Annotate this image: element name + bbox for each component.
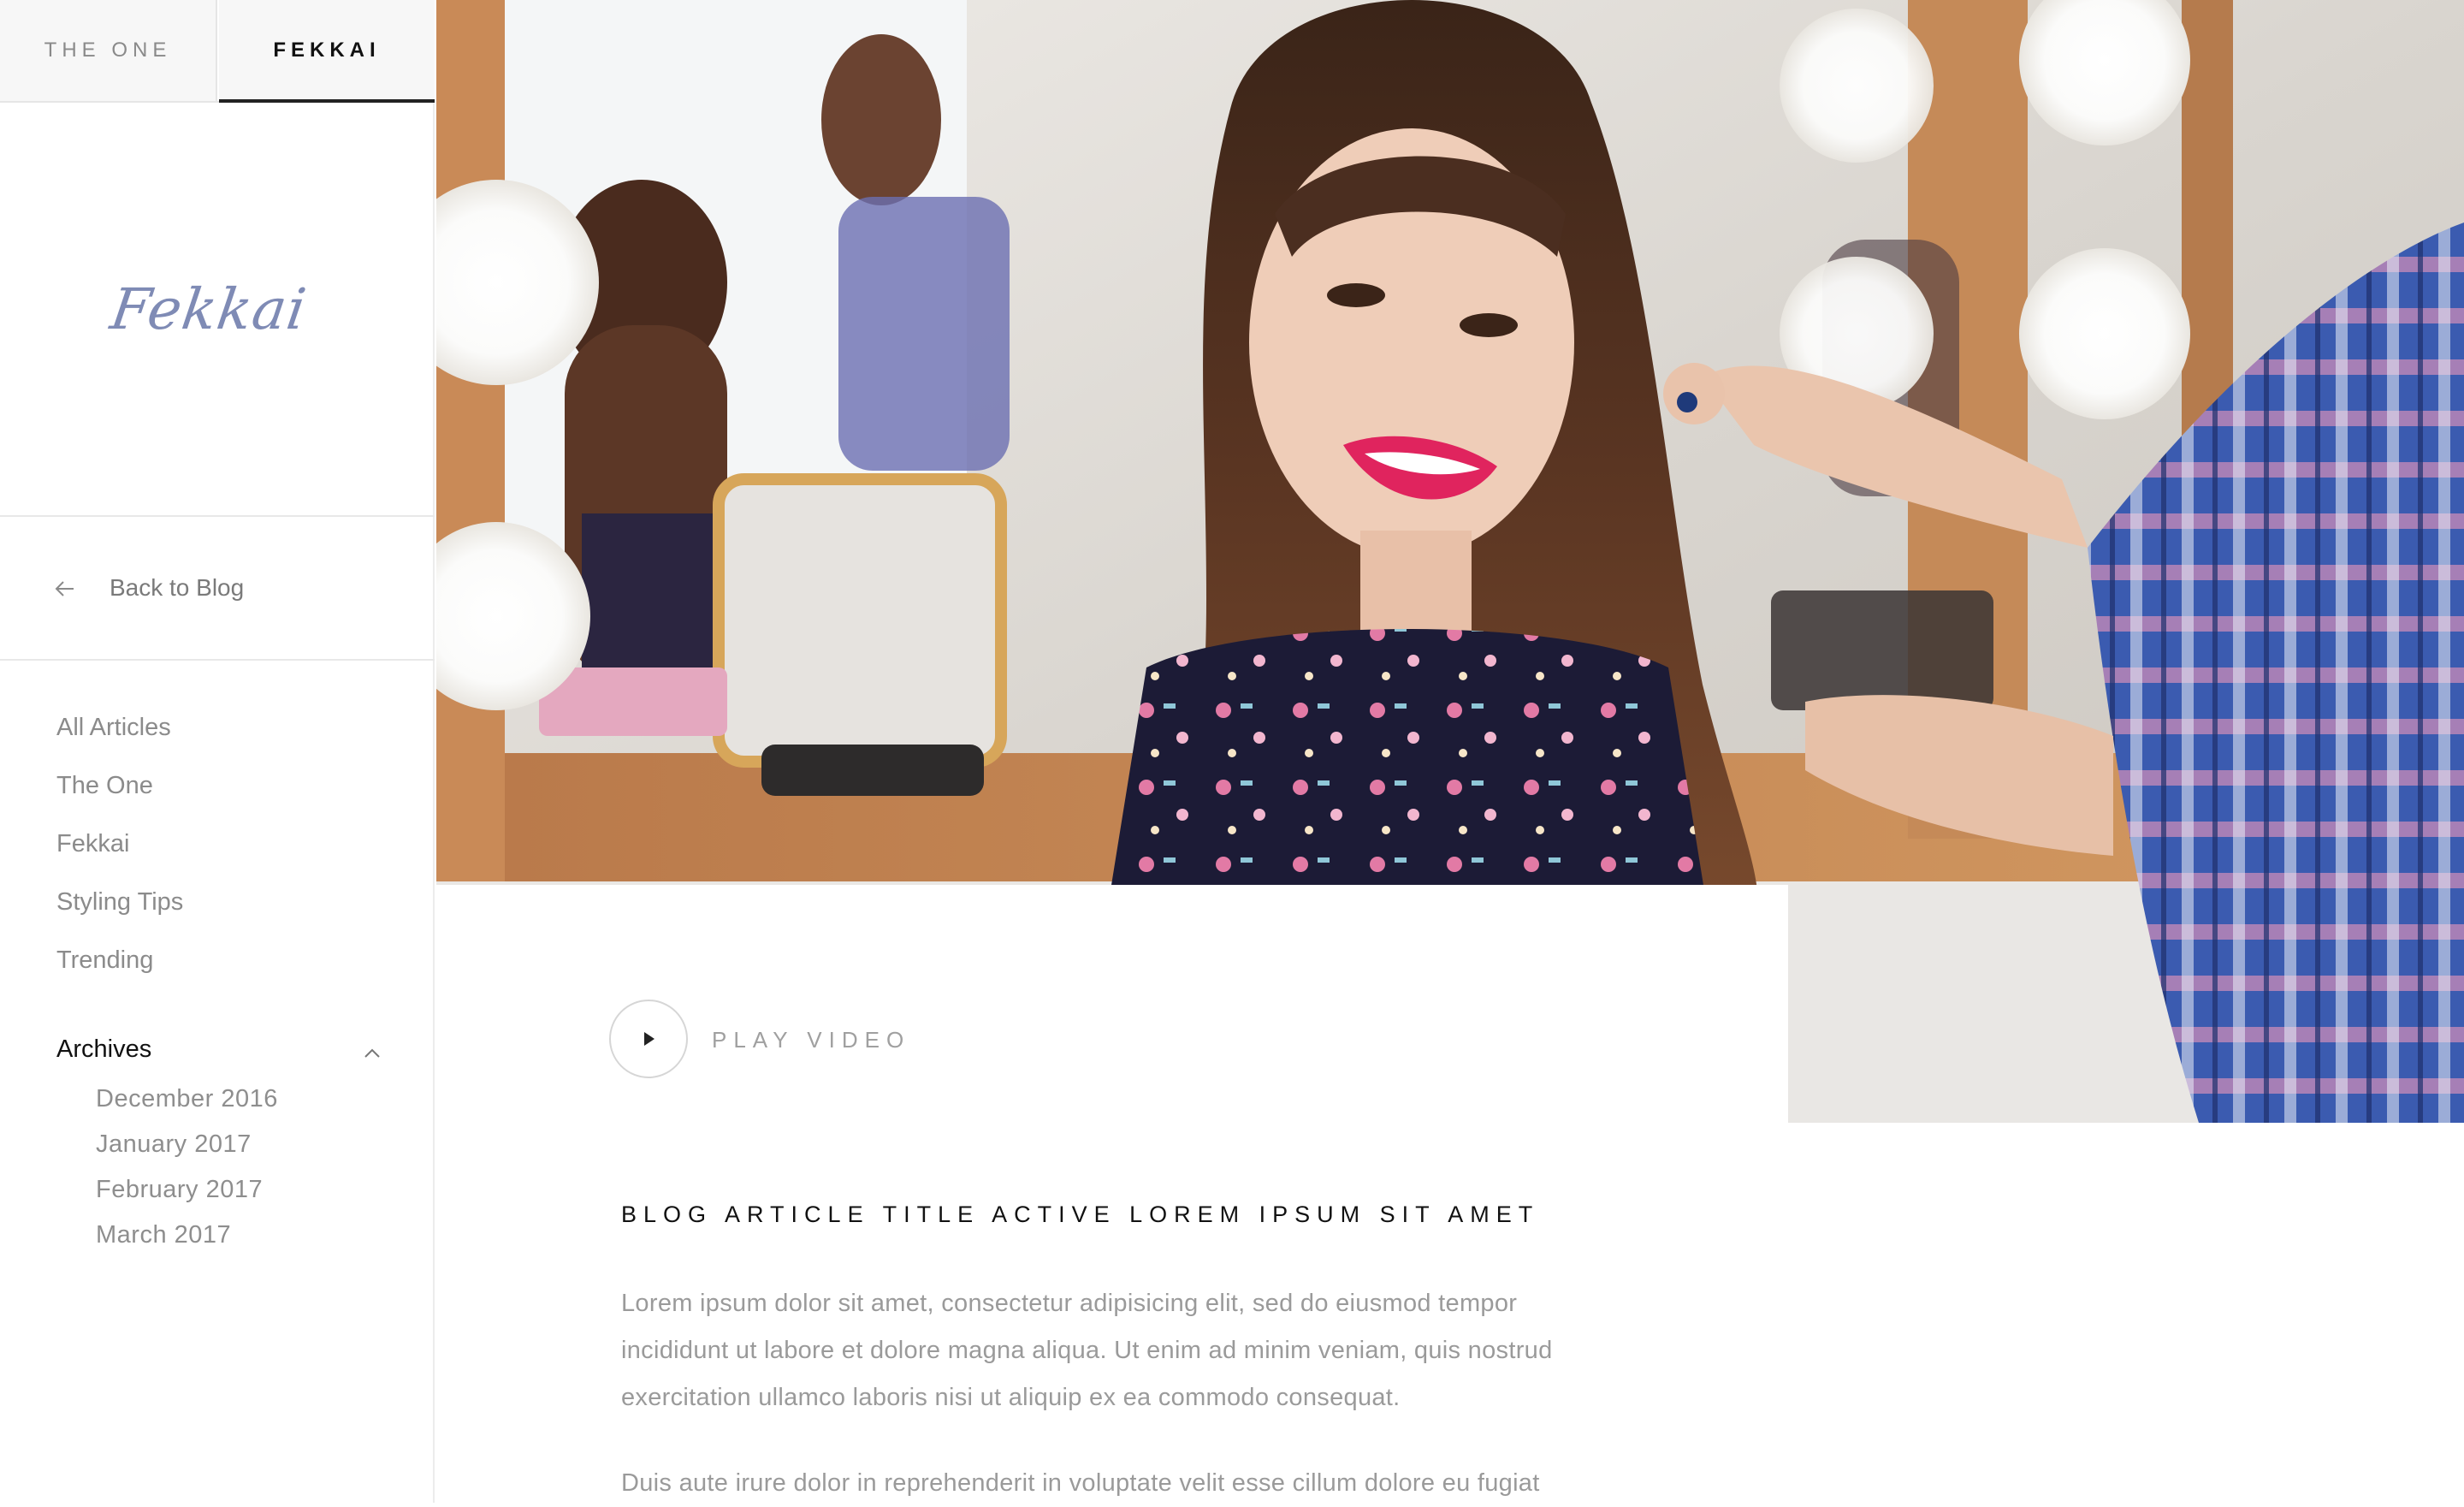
- nav-item-styling-tips[interactable]: Styling Tips: [56, 883, 183, 941]
- archive-item-february-2017[interactable]: February 2017: [96, 1171, 278, 1216]
- logo[interactable]: Fekkai: [0, 103, 435, 517]
- archive-list: December 2016 January 2017 February 2017…: [96, 1080, 278, 1261]
- sidebar: THE ONE FEKKAI Fekkai Back to Blog All A…: [0, 0, 435, 1503]
- article-paragraph: Lorem ipsum dolor sit amet, consectetur …: [621, 1290, 1553, 1411]
- tab-fekkai[interactable]: FEKKAI: [219, 0, 435, 103]
- play-video-button[interactable]: [609, 1000, 688, 1078]
- play-video-label[interactable]: PLAY VIDEO: [712, 1027, 910, 1053]
- article-paragraph: Duis aute irure dolor in reprehenderit i…: [621, 1469, 1540, 1497]
- nav-item-trending[interactable]: Trending: [56, 941, 183, 1000]
- chevron-up-icon: [364, 1048, 380, 1058]
- nav-item-the-one[interactable]: The One: [56, 767, 183, 825]
- nav-item-all-articles[interactable]: All Articles: [56, 709, 183, 767]
- archive-item-january-2017[interactable]: January 2017: [96, 1125, 278, 1171]
- arrow-left-icon: [55, 581, 74, 596]
- archives-toggle[interactable]: Archives: [56, 1035, 382, 1073]
- back-to-blog-link[interactable]: Back to Blog: [0, 517, 435, 661]
- tab-the-one[interactable]: THE ONE: [0, 0, 217, 101]
- article-title: BLOG ARTICLE TITLE ACTIVE LOREM IPSUM SI…: [621, 1201, 1540, 1227]
- category-nav: All Articles The One Fekkai Styling Tips…: [56, 709, 183, 1000]
- archives-label: Archives: [56, 1035, 152, 1063]
- logo-text: Fekkai: [106, 276, 311, 342]
- play-icon: [644, 1032, 654, 1046]
- archive-item-december-2016[interactable]: December 2016: [96, 1080, 278, 1125]
- brand-tabs: THE ONE FEKKAI: [0, 0, 435, 103]
- back-to-blog-label: Back to Blog: [110, 574, 245, 601]
- archive-item-march-2017[interactable]: March 2017: [96, 1216, 278, 1261]
- nav-item-fekkai[interactable]: Fekkai: [56, 825, 183, 883]
